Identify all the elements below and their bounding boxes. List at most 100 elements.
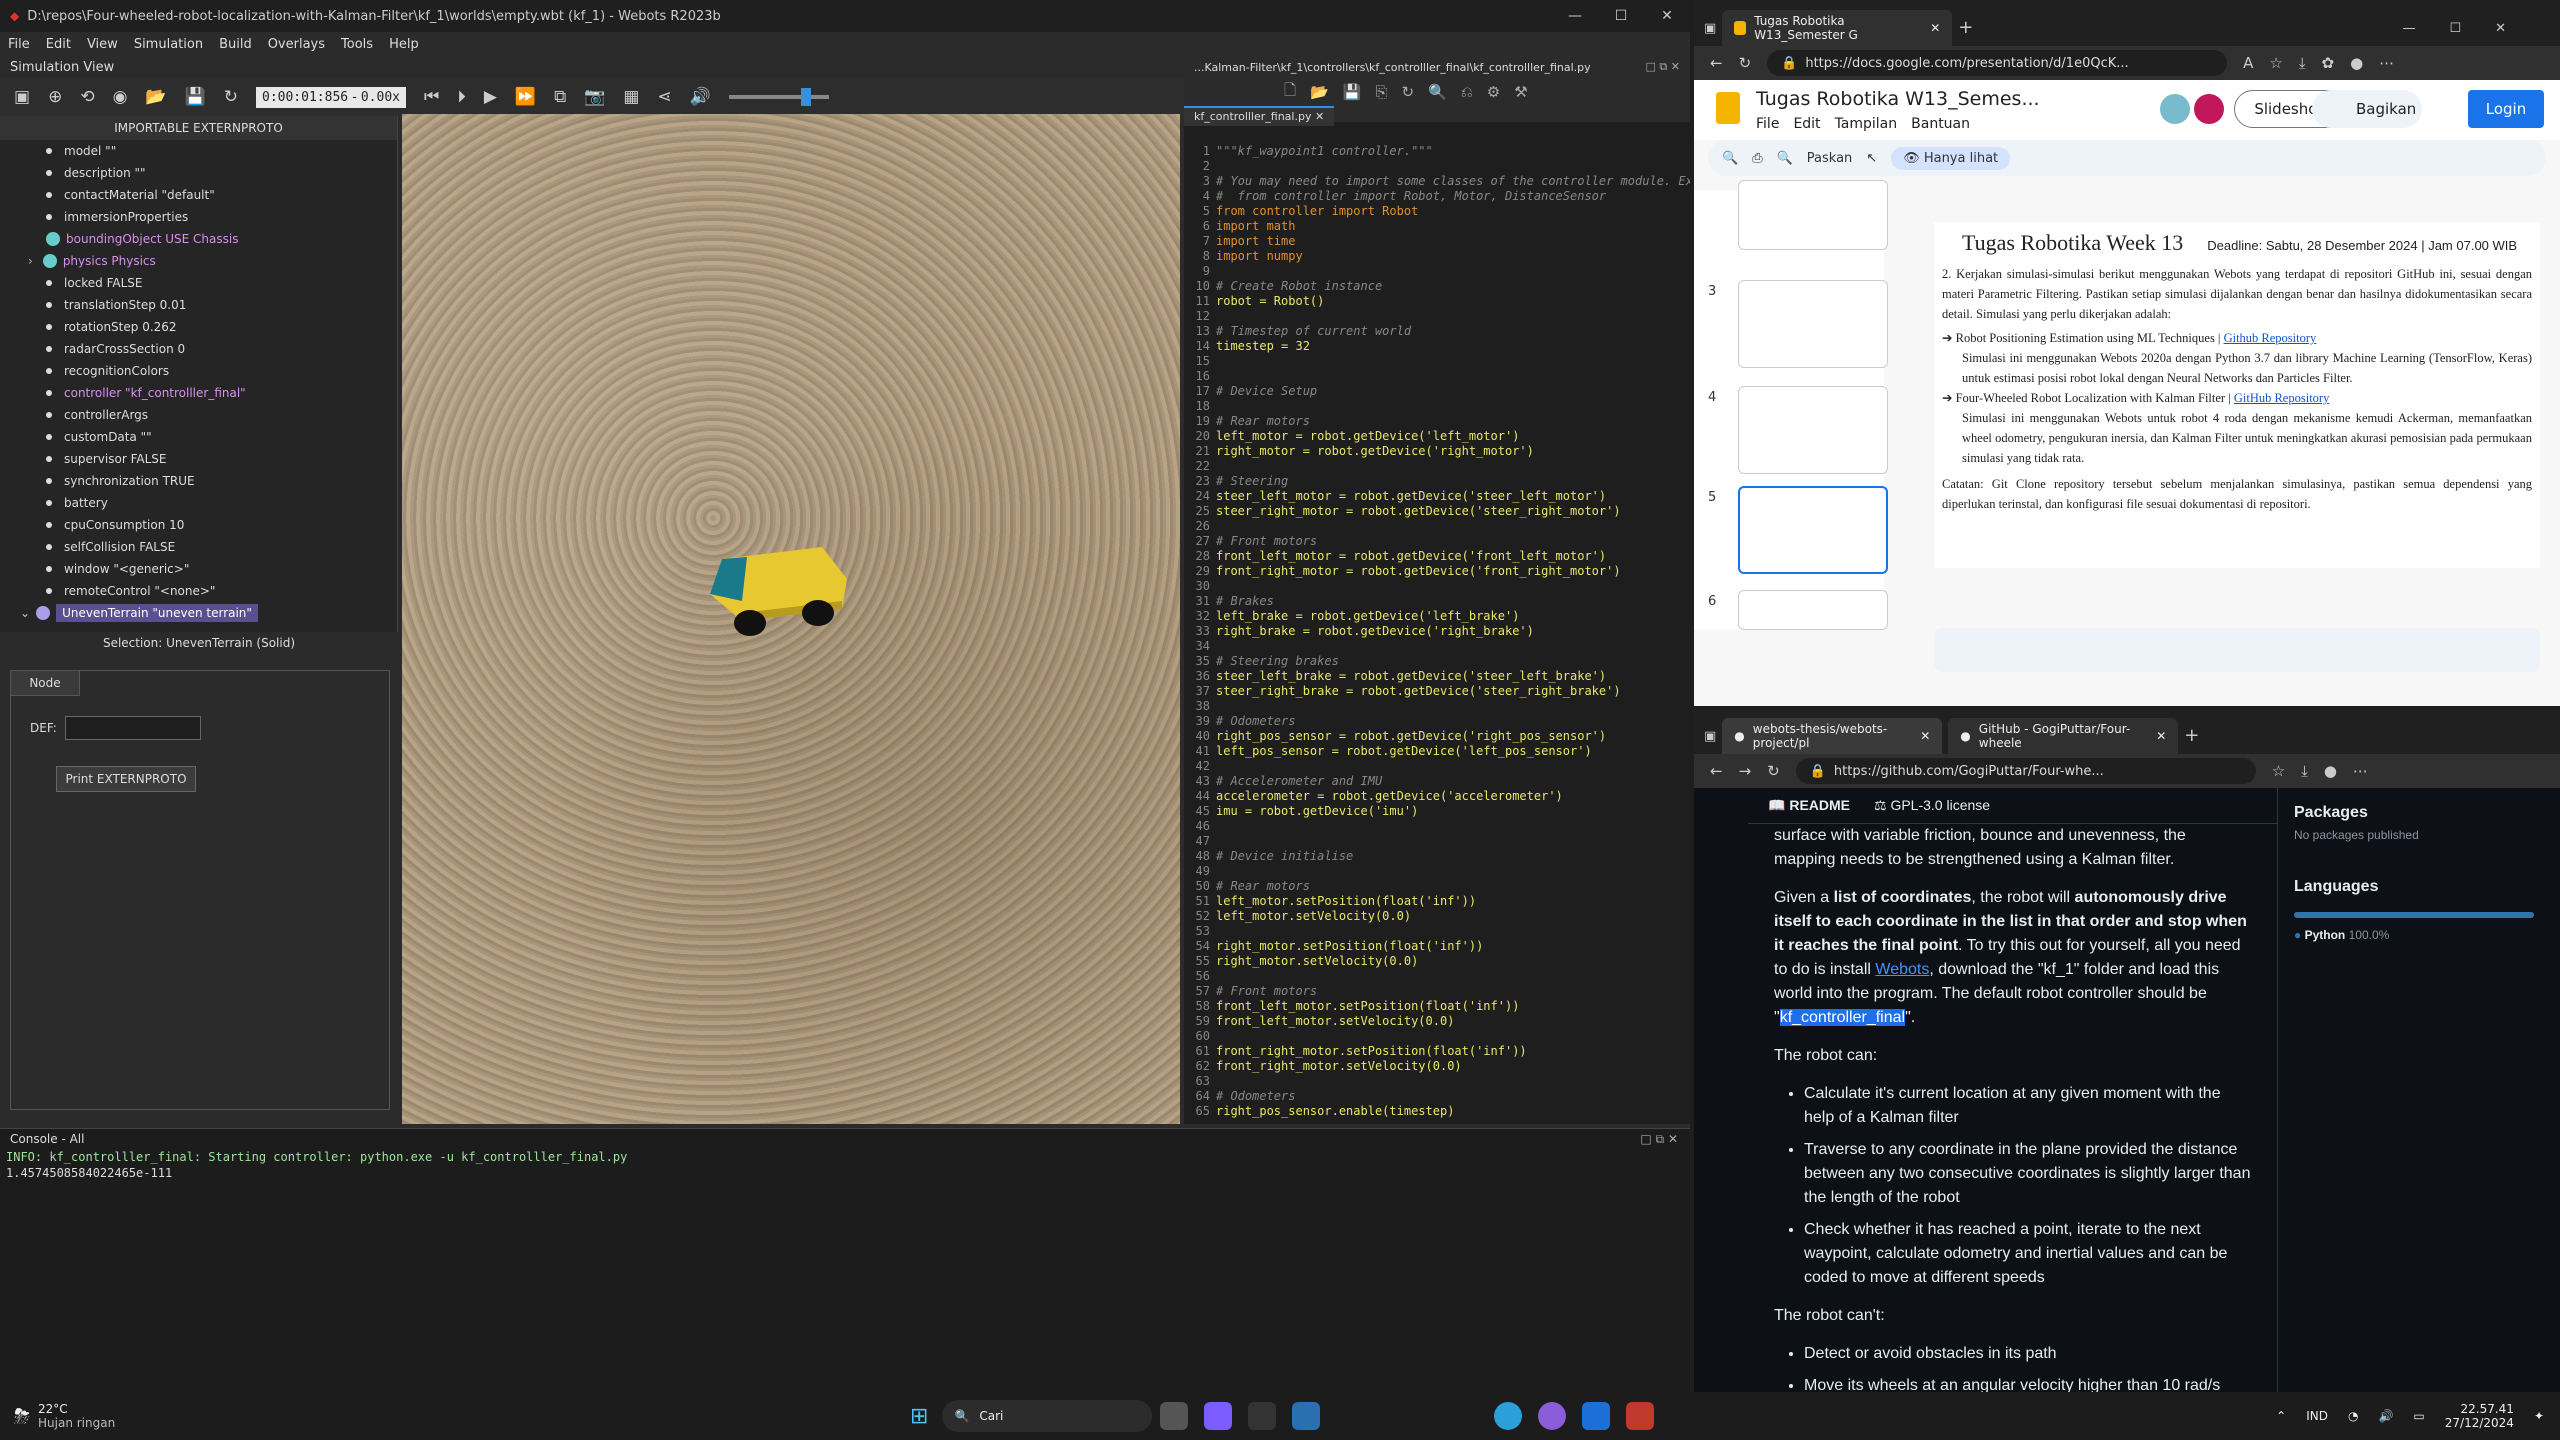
menu-edit[interactable]: Edit <box>46 37 71 52</box>
slides-menu-item[interactable]: File <box>1756 116 1779 132</box>
url-field[interactable]: 🔒 https://docs.google.com/presentation/d/… <box>1767 50 2228 76</box>
tree-item[interactable]: description "" <box>0 162 397 184</box>
open-file-icon[interactable]: 📂 <box>1310 83 1329 101</box>
slide-thumbnail[interactable] <box>1738 180 1888 250</box>
screenshot-icon[interactable]: 📷 <box>584 87 605 107</box>
menu-build[interactable]: Build <box>219 37 252 52</box>
editor-tab[interactable]: kf_controlller_final.py ✕ <box>1184 106 1335 126</box>
volume-slider[interactable] <box>728 88 829 106</box>
replace-icon[interactable]: ⎌ <box>1461 83 1473 101</box>
search-icon[interactable]: 🔍 <box>1722 151 1738 166</box>
maximize-button[interactable]: ☐ <box>1598 8 1644 24</box>
tree-item[interactable]: controller "kf_controlller_final" <box>0 382 397 404</box>
start-icon[interactable]: ⊞ <box>910 1404 928 1429</box>
url-field[interactable]: 🔒 https://github.com/GogiPuttar/Four-whe.… <box>1795 758 2256 784</box>
avatar[interactable] <box>2194 94 2224 124</box>
print-externproto-button[interactable]: Print EXTERNPROTO <box>56 766 196 792</box>
toggle-scene-tree-icon[interactable]: ▣ <box>14 87 30 107</box>
refresh-icon[interactable]: ↻ <box>1739 54 1752 72</box>
menu-help[interactable]: Help <box>389 37 419 52</box>
reset-view-icon[interactable]: ⟲ <box>80 87 94 107</box>
save-file-icon[interactable]: 💾 <box>1343 83 1362 101</box>
tree-item[interactable]: model "" <box>0 140 397 162</box>
clock-time[interactable]: 22.57.41 <box>2445 1402 2514 1416</box>
view-only-badge[interactable]: 👁 Hanya lihat <box>1891 146 2011 170</box>
tab-webots-thesis[interactable]: ● webots-thesis/webots-project/pl ✕ <box>1722 718 1943 754</box>
menu-overlays[interactable]: Overlays <box>268 37 325 52</box>
forward-icon[interactable]: → <box>1739 762 1752 780</box>
slides-menu-item[interactable]: Tampilan <box>1835 116 1898 132</box>
save-all-icon[interactable]: ⎘ <box>1375 83 1387 101</box>
tree-item[interactable]: contactMaterial "default" <box>0 184 397 206</box>
favorite-icon[interactable]: ☆ <box>2272 762 2285 780</box>
photos-icon[interactable] <box>1292 1402 1321 1430</box>
tree-item[interactable]: battery <box>0 492 397 514</box>
minimize-button[interactable]: — <box>1552 8 1598 24</box>
add-node-icon[interactable]: ⊕ <box>48 87 62 107</box>
tree-item[interactable]: boundingObject USE Chassis <box>0 228 397 250</box>
tree-item[interactable]: selfCollision FALSE <box>0 536 397 558</box>
fast-forward-icon[interactable]: ⏩ <box>515 87 536 107</box>
battery-icon[interactable]: ▭ <box>2413 1409 2424 1423</box>
importable-externproto-header[interactable]: IMPORTABLE EXTERNPROTO <box>0 116 397 140</box>
search-box[interactable]: 🔍 Cari <box>942 1400 1153 1432</box>
app-icon[interactable] <box>1538 1402 1566 1430</box>
slides-menu-item[interactable]: Edit <box>1793 116 1820 132</box>
tree-item[interactable]: remoteControl "<none>" <box>0 580 397 602</box>
wifi-icon[interactable]: ◔ <box>2348 1409 2358 1423</box>
expand-icon[interactable]: › <box>28 254 33 268</box>
tree-item[interactable]: rotationStep 0.262 <box>0 316 397 338</box>
revert-icon[interactable]: ↻ <box>1401 83 1414 101</box>
profile-icon[interactable]: ● <box>2350 54 2363 72</box>
tree-item[interactable]: synchronization TRUE <box>0 470 397 492</box>
build-icon[interactable]: ⚙ <box>1487 83 1500 101</box>
new-tab-icon[interactable]: + <box>1958 17 1973 38</box>
copilot-tray-icon[interactable]: ✦ <box>2534 1409 2544 1423</box>
input-language[interactable]: IND <box>2306 1409 2328 1423</box>
login-button[interactable]: Login <box>2468 90 2544 128</box>
step-icon[interactable]: ⏵ <box>457 87 466 107</box>
more-icon[interactable]: ⋯ <box>2353 762 2368 780</box>
3d-view[interactable] <box>402 114 1180 1124</box>
tree-item[interactable]: recognitionColors <box>0 360 397 382</box>
slides-menu-item[interactable]: Bantuan <box>1911 116 1970 132</box>
tab-node[interactable]: Node <box>10 670 80 696</box>
extension-icon[interactable]: ✿ <box>2322 54 2335 72</box>
language-name[interactable]: Python <box>2305 928 2346 942</box>
clean-icon[interactable]: ⚒ <box>1514 83 1527 101</box>
menu-simulation[interactable]: Simulation <box>134 37 203 52</box>
slide-thumbnail-selected[interactable] <box>1738 486 1888 574</box>
print-icon[interactable]: ⎙ <box>1752 151 1762 166</box>
tree-item[interactable]: cpuConsumption 10 <box>0 514 397 536</box>
tree-item[interactable]: customData "" <box>0 426 397 448</box>
clock-date[interactable]: 27/12/2024 <box>2445 1416 2514 1430</box>
download-icon[interactable]: ⤓ <box>2301 762 2308 780</box>
tree-item[interactable]: immersionProperties <box>0 206 397 228</box>
edge-icon[interactable] <box>1494 1402 1522 1430</box>
sound-icon[interactable]: 🔊 <box>690 87 711 107</box>
reset-simulation-icon[interactable]: ⏮ <box>424 87 439 107</box>
play-icon[interactable]: ▶ <box>484 87 497 107</box>
slide-thumbnail[interactable] <box>1738 386 1888 474</box>
new-file-icon[interactable]: 🗋 <box>1284 80 1296 105</box>
menu-file[interactable]: File <box>8 37 30 52</box>
packages-heading[interactable]: Packages <box>2294 804 2560 822</box>
github-link[interactable]: GitHub Repository <box>2234 391 2329 405</box>
task-view-icon[interactable] <box>1160 1402 1189 1430</box>
tree-item[interactable]: translationStep 0.01 <box>0 294 397 316</box>
download-icon[interactable]: ⤓ <box>2299 54 2306 72</box>
tab-actions-icon[interactable]: ▣ <box>1704 21 1716 36</box>
tree-item-selected[interactable]: ⌄ UnevenTerrain "uneven terrain" <box>0 602 397 624</box>
code-area[interactable]: 1 """kf_waypoint1 controller.""" 2 3 # You m… <box>1184 144 1690 1120</box>
menu-tools[interactable]: Tools <box>341 37 373 52</box>
volume-icon[interactable]: 🔊 <box>2378 1409 2393 1423</box>
refresh-icon[interactable]: ↻ <box>1767 762 1780 780</box>
reload-world-icon[interactable]: ↻ <box>224 87 238 107</box>
video-icon[interactable]: ▦ <box>623 87 639 107</box>
menu-view[interactable]: View <box>87 37 118 52</box>
def-input[interactable] <box>64 716 201 740</box>
tree-item[interactable]: window "<generic>" <box>0 558 397 580</box>
tree-item[interactable]: supervisor FALSE <box>0 448 397 470</box>
read-aloud-icon[interactable]: A <box>2243 54 2253 72</box>
share-button[interactable]: Bagikan <box>2312 90 2422 128</box>
